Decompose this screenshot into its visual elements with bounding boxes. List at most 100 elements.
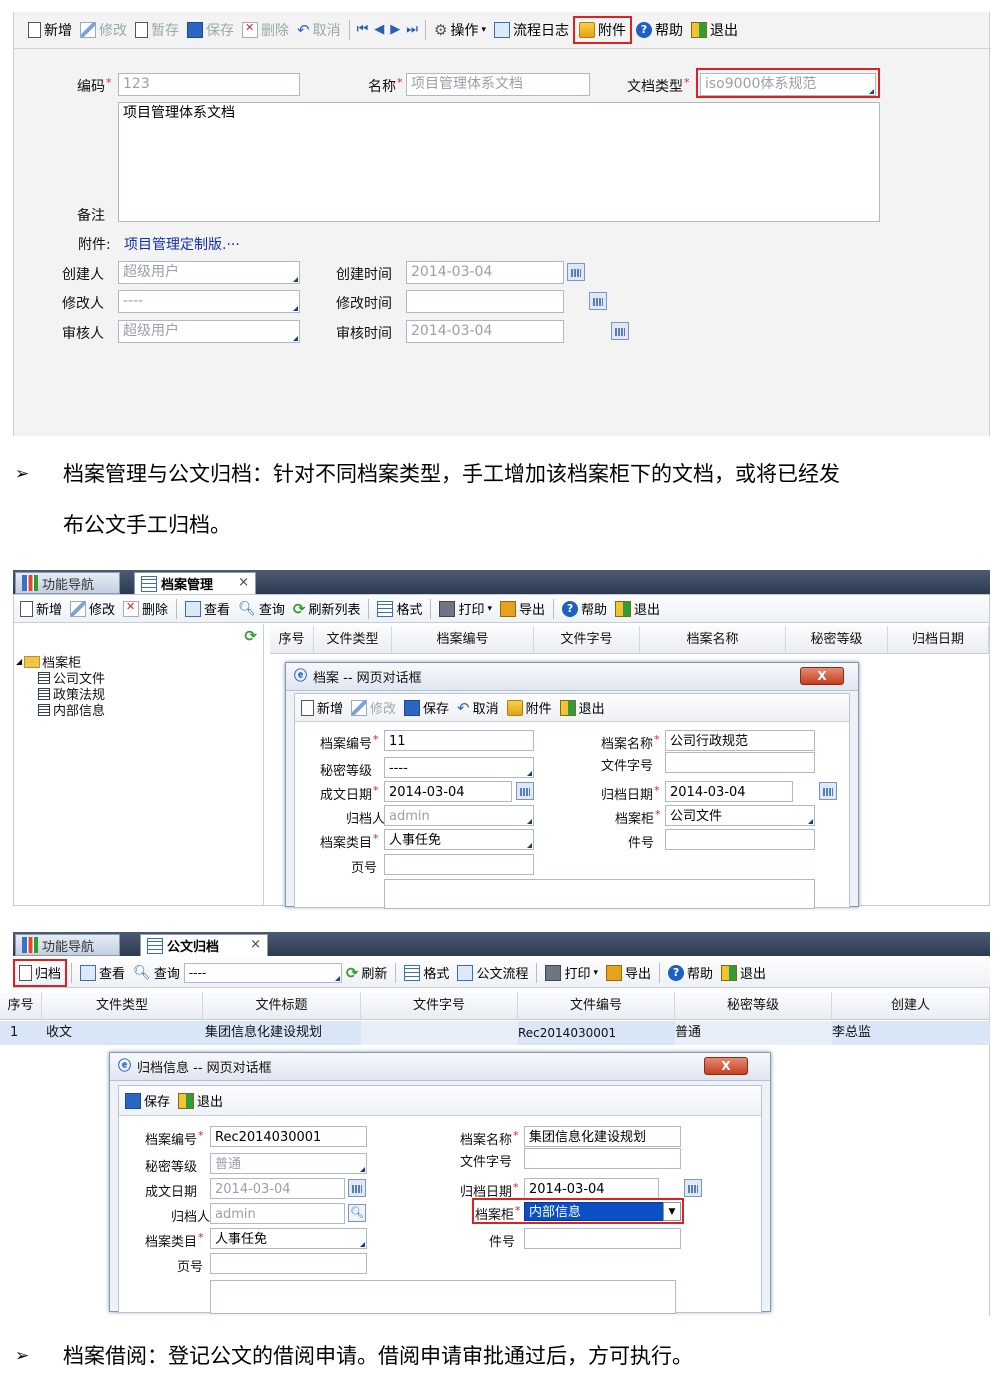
tab-function-nav[interactable]: 功能导航: [15, 934, 120, 956]
secret-level-select[interactable]: ----: [384, 757, 534, 778]
column-header[interactable]: 档案编号: [392, 626, 534, 653]
exit-button[interactable]: 退出: [687, 18, 742, 42]
archiver-field[interactable]: admin: [384, 805, 534, 826]
review-time-field[interactable]: 2014-03-04: [406, 320, 564, 343]
written-date-field[interactable]: 2014-03-04: [384, 781, 512, 802]
remarks-textarea[interactable]: [384, 879, 815, 909]
category-select[interactable]: 人事任免: [210, 1228, 367, 1249]
column-header[interactable]: 文件标题: [203, 992, 361, 1019]
flow-log-button[interactable]: 流程日志: [490, 18, 573, 42]
attach-button[interactable]: 附件: [572, 16, 632, 44]
calendar-icon[interactable]: [567, 263, 585, 281]
piece-number-field[interactable]: [665, 829, 815, 850]
refresh-list-button[interactable]: ⟳ 刷新列表: [289, 597, 365, 621]
note-textarea[interactable]: 项目管理体系文档: [118, 102, 880, 222]
query-button[interactable]: 🔍︎ 查询: [129, 961, 184, 985]
page-number-field[interactable]: [384, 854, 534, 875]
calendar-icon[interactable]: [684, 1179, 703, 1197]
delete-button[interactable]: 删除: [119, 597, 172, 621]
print-button[interactable]: 打印 ▾: [541, 961, 602, 985]
modifier-field[interactable]: ----: [118, 290, 300, 313]
exit-button[interactable]: 退出: [717, 961, 770, 985]
archive-name-field[interactable]: 集团信息化建设规划: [524, 1126, 681, 1147]
column-header[interactable]: 创建人: [832, 992, 990, 1019]
reviewer-field[interactable]: 超级用户: [118, 320, 300, 343]
column-header[interactable]: 秘密等级: [675, 992, 832, 1019]
calendar-icon[interactable]: [348, 1179, 366, 1197]
prev-record-icon[interactable]: ◀: [371, 22, 387, 38]
save-button[interactable]: 保存: [121, 1089, 174, 1113]
calendar-icon[interactable]: [589, 292, 608, 310]
archive-date-field[interactable]: 2014-03-04: [665, 781, 793, 802]
help-button[interactable]: ? 帮助: [664, 961, 717, 985]
column-header[interactable]: 秘密等级: [786, 626, 888, 653]
format-button[interactable]: 格式: [373, 597, 426, 621]
ops-menu-button[interactable]: ⚙ 操作 ▾: [430, 18, 490, 42]
cancel-button[interactable]: ↶ 取消: [453, 696, 503, 720]
calendar-icon[interactable]: [516, 782, 534, 800]
creator-field[interactable]: 超级用户: [118, 261, 300, 284]
name-field[interactable]: 项目管理体系文档: [406, 73, 590, 96]
tab-archive-management[interactable]: 档案管理 ×: [134, 572, 256, 594]
column-header[interactable]: 文件字号: [361, 992, 518, 1019]
new-button[interactable]: 新增: [297, 696, 347, 720]
column-header[interactable]: 文件字号: [534, 626, 640, 653]
column-header[interactable]: 文件类型: [314, 626, 392, 653]
doc-number-field[interactable]: [665, 752, 815, 773]
new-button[interactable]: 新增: [24, 18, 76, 42]
piece-number-field[interactable]: [524, 1228, 681, 1249]
archive-button[interactable]: 归档: [13, 958, 68, 987]
refresh-icon[interactable]: ⟳: [244, 628, 257, 644]
save-button[interactable]: 保存: [400, 696, 453, 720]
code-field[interactable]: 123: [118, 73, 300, 96]
close-icon[interactable]: ×: [238, 575, 249, 590]
archive-date-field[interactable]: 2014-03-04: [524, 1178, 659, 1199]
query-select[interactable]: ----: [183, 962, 342, 983]
secret-level-select[interactable]: 普通: [210, 1153, 367, 1174]
attachment-link[interactable]: 项目管理定制版.···: [124, 234, 240, 254]
close-icon[interactable]: ×: [250, 937, 261, 952]
edit-button[interactable]: 修改: [76, 18, 131, 42]
user-picker-icon[interactable]: 🔍︎: [348, 1204, 366, 1222]
cabinet-select[interactable]: 内部信息 ▼: [524, 1202, 681, 1221]
create-time-field[interactable]: 2014-03-04: [406, 261, 564, 284]
format-button[interactable]: 格式: [400, 961, 453, 985]
delete-button[interactable]: 删除: [238, 18, 293, 42]
help-button[interactable]: ? 帮助: [632, 18, 687, 42]
help-button[interactable]: ? 帮助: [558, 597, 611, 621]
column-header[interactable]: 文件类型: [42, 992, 203, 1019]
edit-button[interactable]: 修改: [66, 597, 119, 621]
export-button[interactable]: 导出: [496, 597, 549, 621]
refresh-button[interactable]: ⟳ 刷新: [342, 961, 392, 985]
table-row[interactable]: 1 收文 集团信息化建设规划 Rec2014030001 普通 李总监: [0, 1021, 990, 1045]
expand-icon[interactable]: ◢: [16, 657, 22, 666]
cancel-button[interactable]: ↶ 取消: [293, 18, 345, 42]
next-record-icon[interactable]: ▶: [387, 22, 403, 38]
column-header[interactable]: 归档日期: [888, 626, 989, 653]
column-header[interactable]: 文件编号: [518, 992, 675, 1019]
save-button[interactable]: 保存: [183, 18, 238, 42]
new-button[interactable]: 新增: [16, 597, 66, 621]
column-header[interactable]: 序号: [0, 992, 42, 1019]
print-button[interactable]: 打印 ▾: [435, 597, 496, 621]
first-record-icon[interactable]: ⏮: [354, 22, 372, 38]
archive-no-field[interactable]: 11: [384, 730, 534, 751]
attach-button[interactable]: 附件: [503, 696, 556, 720]
query-button[interactable]: 🔍︎ 查询: [234, 597, 289, 621]
calendar-icon[interactable]: [819, 782, 838, 800]
edit-button[interactable]: 修改: [347, 696, 400, 720]
export-button[interactable]: 导出: [602, 961, 655, 985]
dialog-close-button[interactable]: X: [704, 1057, 748, 1075]
column-header[interactable]: 序号: [270, 626, 314, 653]
view-button[interactable]: 查看: [76, 961, 129, 985]
page-number-field[interactable]: [210, 1253, 367, 1274]
remarks-textarea[interactable]: [210, 1280, 676, 1314]
archiver-field[interactable]: admin: [210, 1203, 345, 1224]
exit-button[interactable]: 退出: [174, 1089, 227, 1113]
tab-doc-archive[interactable]: 公文归档 ×: [140, 934, 268, 956]
exit-button[interactable]: 退出: [556, 696, 609, 720]
view-button[interactable]: 查看: [181, 597, 234, 621]
chevron-down-icon[interactable]: ▼: [663, 1202, 681, 1221]
calendar-icon[interactable]: [611, 322, 630, 340]
modify-time-field[interactable]: [406, 290, 564, 313]
